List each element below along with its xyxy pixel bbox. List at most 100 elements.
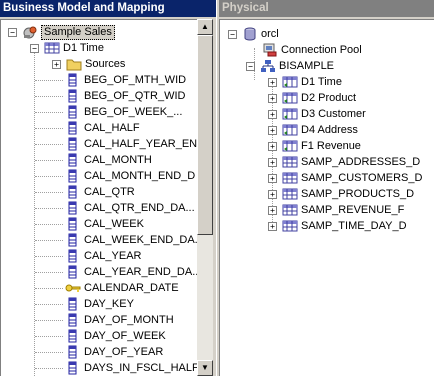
tree-item-label: CALENDAR_DATE (84, 282, 179, 294)
column-icon (65, 361, 81, 375)
collapse-toggle[interactable]: − (246, 62, 255, 71)
expand-toggle[interactable]: + (268, 174, 277, 183)
business-model-pane: Business Model and Mapping − Sample Sale… (0, 0, 216, 376)
expand-toggle[interactable]: + (52, 60, 61, 69)
column-icon (65, 329, 81, 343)
tree-item-label: CAL_HALF (84, 122, 140, 134)
physical-tree: − orcl Connection Pool − BISAMPLE + D1 Ti… (219, 19, 434, 376)
tree-item-column[interactable]: CALENDAR_DATE (65, 280, 179, 296)
tree-item-label: SAMP_CUSTOMERS_D (301, 172, 423, 184)
expand-toggle[interactable]: + (268, 78, 277, 87)
tree-item-column[interactable]: CAL_QTR_END_DA... (65, 200, 195, 216)
tree-item-table[interactable]: + SAMP_TIME_DAY_D (268, 218, 407, 234)
tree-item-label: Sample Sales (41, 24, 115, 40)
tree-item-column[interactable]: CAL_YEAR_END_DA... (65, 264, 198, 280)
tree-item-table[interactable]: + D1 Time (268, 74, 342, 90)
column-icon (65, 265, 81, 279)
alias-table-icon (282, 107, 298, 121)
tree-item-label: CAL_YEAR (84, 250, 142, 262)
tree-item-d1-time[interactable]: − D1 Time (30, 40, 104, 56)
column-icon (65, 185, 81, 199)
expand-toggle[interactable]: + (268, 206, 277, 215)
tree-item-table[interactable]: + D2 Product (268, 90, 356, 106)
schema-icon (260, 59, 276, 73)
tree-item-label: DAY_OF_YEAR (84, 346, 164, 358)
physical-table-icon (282, 187, 298, 201)
tree-item-label: F1 Revenue (301, 140, 361, 152)
tree-item-column[interactable]: DAY_OF_MONTH (65, 312, 174, 328)
tree-item-label: SAMP_REVENUE_F (301, 204, 405, 216)
collapse-toggle[interactable]: − (8, 28, 17, 37)
tree-item-column[interactable]: DAY_OF_YEAR (65, 344, 163, 360)
alias-table-icon (282, 75, 298, 89)
tree-item-label: DAY_KEY (84, 298, 134, 310)
expand-toggle[interactable]: + (268, 126, 277, 135)
physical-table-icon (282, 203, 298, 217)
tree-item-label: Sources (85, 58, 126, 70)
tree-item-label: CAL_WEEK_END_DA... (84, 234, 198, 246)
folder-icon (66, 57, 82, 71)
alias-table-icon (282, 91, 298, 105)
tree-item-bisample[interactable]: − BISAMPLE (246, 58, 334, 74)
column-icon (65, 121, 81, 135)
column-icon (65, 153, 81, 167)
alias-table-icon (282, 123, 298, 137)
column-icon (65, 137, 81, 151)
scroll-thumb[interactable] (197, 35, 213, 235)
column-icon (65, 169, 81, 183)
tree-item-label: CAL_QTR (84, 186, 135, 198)
tree-item-column[interactable]: DAYS_IN_FSCL_HALF (65, 360, 198, 376)
tree-item-sample-sales[interactable]: − Sample Sales (8, 24, 115, 40)
tree-item-sources[interactable]: + Sources (52, 56, 125, 72)
scroll-up-button[interactable]: ▲ (197, 19, 213, 35)
alias-table-icon (282, 139, 298, 153)
vertical-scrollbar[interactable]: ▲ ▼ (197, 19, 213, 376)
tree-item-column[interactable]: CAL_QTR (65, 184, 135, 200)
column-icon (65, 105, 81, 119)
expand-toggle[interactable]: + (268, 158, 277, 167)
expand-toggle[interactable]: + (268, 190, 277, 199)
tree-item-label: D1 Time (301, 76, 342, 88)
tree-item-orcl[interactable]: − orcl (228, 26, 279, 42)
column-icon (65, 249, 81, 263)
business-model-title: Business Model and Mapping (0, 0, 216, 17)
tree-item-column[interactable]: DAY_OF_WEEK (65, 328, 166, 344)
expand-toggle[interactable]: + (268, 94, 277, 103)
tree-item-label: BEG_OF_MTH_WID (84, 74, 187, 86)
tree-item-column[interactable]: CAL_YEAR (65, 248, 141, 264)
tree-item-table[interactable]: + F1 Revenue (268, 138, 361, 154)
tree-item-column[interactable]: CAL_WEEK_END_DA... (65, 232, 198, 248)
tree-item-table[interactable]: + D4 Address (268, 122, 358, 138)
tree-item-table[interactable]: + D3 Customer (268, 106, 366, 122)
tree-item-label: Connection Pool (281, 44, 362, 56)
scroll-down-button[interactable]: ▼ (197, 360, 213, 376)
column-icon (65, 345, 81, 359)
tree-item-table[interactable]: + SAMP_ADDRESSES_D (268, 154, 420, 170)
tree-item-column[interactable]: DAY_KEY (65, 296, 134, 312)
tree-item-label: DAYS_IN_FSCL_HALF (84, 362, 198, 374)
tree-item-label: D2 Product (301, 92, 357, 104)
tree-item-column[interactable]: BEG_OF_WEEK_... (65, 104, 182, 120)
collapse-toggle[interactable]: − (30, 44, 39, 53)
tree-item-table[interactable]: + SAMP_CUSTOMERS_D (268, 170, 422, 186)
expand-toggle[interactable]: + (268, 110, 277, 119)
tree-item-connection-pool[interactable]: Connection Pool (262, 42, 362, 58)
tree-item-column[interactable]: CAL_MONTH_END_D (65, 168, 195, 184)
expand-toggle[interactable]: + (268, 142, 277, 151)
tree-item-column[interactable]: CAL_HALF_YEAR_EN (65, 136, 197, 152)
tree-item-column[interactable]: CAL_MONTH (65, 152, 152, 168)
tree-item-label: CAL_YEAR_END_DA... (84, 266, 198, 278)
column-icon (65, 217, 81, 231)
tree-item-label: SAMP_PRODUCTS_D (301, 188, 415, 200)
tree-item-column[interactable]: BEG_OF_QTR_WID (65, 88, 185, 104)
tree-item-column[interactable]: CAL_WEEK (65, 216, 144, 232)
expand-toggle[interactable]: + (268, 222, 277, 231)
physical-pane: Physical − orcl Connection Pool − BISAMP… (219, 0, 434, 376)
tree-item-label: BEG_OF_QTR_WID (84, 90, 186, 102)
tree-item-table[interactable]: + SAMP_REVENUE_F (268, 202, 404, 218)
tree-item-table[interactable]: + SAMP_PRODUCTS_D (268, 186, 414, 202)
tree-item-label: D3 Customer (301, 108, 366, 120)
collapse-toggle[interactable]: − (228, 30, 237, 39)
tree-item-column[interactable]: CAL_HALF (65, 120, 140, 136)
tree-item-column[interactable]: BEG_OF_MTH_WID (65, 72, 186, 88)
